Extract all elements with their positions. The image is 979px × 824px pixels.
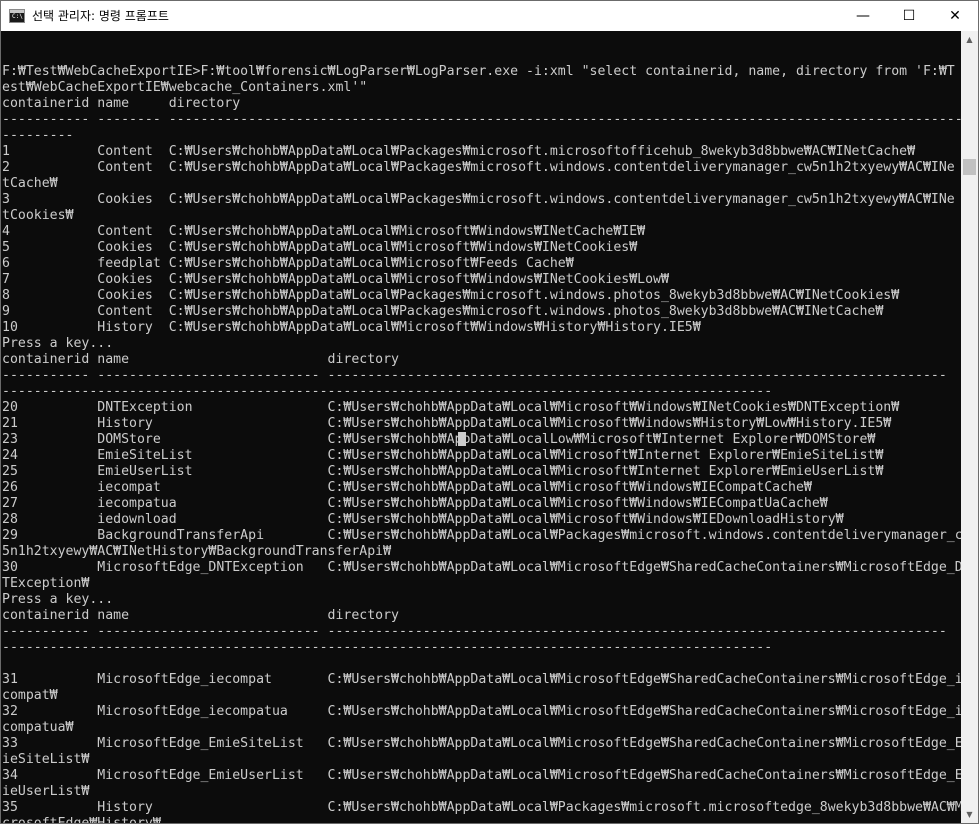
console-output-area[interactable]: F:₩Test₩WebCacheExportIE>F:₩tool₩forensi… — [1, 31, 961, 823]
console-line: 34 MicrosoftEdge_EmieUserList C:₩Users₩c… — [2, 768, 961, 783]
minimize-button[interactable]: — — [840, 1, 886, 31]
console-line: 5 Cookies C:₩Users₩chohb₩AppData₩Local₩M… — [2, 240, 638, 255]
console-line: --------- — [2, 128, 74, 143]
console-line: 28 iedownload C:₩Users₩chohb₩AppData₩Loc… — [2, 512, 844, 527]
console-line: 6 feedplat C:₩Users₩chohb₩AppData₩Local₩… — [2, 256, 574, 271]
console-line: est₩WebCacheExportIE₩webcache_Containers… — [2, 80, 368, 95]
console-line: ieUserList₩ — [2, 784, 90, 799]
console-line: ----------------------------------------… — [2, 640, 773, 655]
command-prompt-icon[interactable]: C:\ — [9, 9, 25, 23]
console-line: containerid name directory — [2, 608, 399, 623]
vertical-scrollbar[interactable]: ▲ ▼ — [961, 31, 978, 823]
console-line: 33 MicrosoftEdge_EmieSiteList C:₩Users₩c… — [2, 736, 961, 751]
console-line: 32 MicrosoftEdge_iecompatua C:₩Users₩cho… — [2, 704, 961, 719]
console-line: compatua₩ — [2, 720, 74, 735]
console-line: 4 Content C:₩Users₩chohb₩AppData₩Local₩M… — [2, 224, 646, 239]
close-button[interactable]: ✕ — [932, 1, 978, 31]
console-line: Press a key... — [2, 592, 114, 607]
console-line: ----------------------------------------… — [2, 384, 773, 399]
console-line: 20 DNTException C:₩Users₩chohb₩AppData₩L… — [2, 400, 900, 415]
console-line: 31 MicrosoftEdge_iecompat C:₩Users₩chohb… — [2, 672, 961, 687]
console-line: ----------- -------- -------------------… — [2, 112, 961, 127]
scroll-up-arrow-icon[interactable]: ▲ — [961, 31, 978, 48]
console-line: 27 iecompatua C:₩Users₩chohb₩AppData₩Loc… — [2, 496, 828, 511]
console-line: containerid name directory — [2, 96, 241, 111]
console-text: F:₩Test₩WebCacheExportIE>F:₩tool₩forensi… — [2, 64, 961, 823]
title-bar[interactable]: C:\ 선택 관리자: 명령 프롬프트 — ☐ ✕ — [1, 1, 978, 31]
console-line: TException₩ — [2, 576, 90, 591]
console-line: Press a key... — [2, 336, 114, 351]
console-line: 5n1h2txyewy₩AC₩INetHistory₩BackgroundTra… — [2, 544, 392, 559]
console-line: 23 DOMStore C:₩Users₩chohb₩AppData₩Local… — [2, 432, 876, 447]
console-line: F:₩Test₩WebCacheExportIE>F:₩tool₩forensi… — [2, 64, 955, 79]
console-line: ieSiteList₩ — [2, 752, 90, 767]
console-line: 24 EmieSiteList C:₩Users₩chohb₩AppData₩L… — [2, 448, 884, 463]
console-line: 10 History C:₩Users₩chohb₩AppData₩Local₩… — [2, 320, 701, 335]
console-line: ----------- ----------------------------… — [2, 624, 947, 639]
maximize-icon: ☐ — [902, 8, 916, 24]
minimize-icon: — — [856, 8, 870, 24]
console-line: 29 BackgroundTransferApi C:₩Users₩chohb₩… — [2, 528, 961, 543]
window-title: 선택 관리자: 명령 프롬프트 — [32, 9, 169, 23]
maximize-button[interactable]: ☐ — [886, 1, 932, 31]
console-line: 1 Content C:₩Users₩chohb₩AppData₩Local₩P… — [2, 144, 916, 159]
close-icon: ✕ — [949, 8, 961, 24]
console-line: containerid name directory — [2, 352, 399, 367]
console-line: 7 Cookies C:₩Users₩chohb₩AppData₩Local₩M… — [2, 272, 669, 287]
scrollbar-thumb[interactable] — [963, 159, 976, 175]
console-line: tCache₩ — [2, 176, 58, 191]
console-line: 30 MicrosoftEdge_DNTException C:₩Users₩c… — [2, 560, 961, 575]
app-icon-label: C:\ — [12, 13, 23, 20]
selection-cursor — [458, 432, 466, 446]
console-line: 35 History C:₩Users₩chohb₩AppData₩Local₩… — [2, 800, 961, 815]
console-line: 8 Cookies C:₩Users₩chohb₩AppData₩Local₩P… — [2, 288, 900, 303]
console-line: crosoftEdge₩History₩ — [2, 816, 961, 823]
console-line: 3 Cookies C:₩Users₩chohb₩AppData₩Local₩P… — [2, 192, 955, 207]
console-line: 9 Content C:₩Users₩chohb₩AppData₩Local₩P… — [2, 304, 884, 319]
console-line: 25 EmieUserList C:₩Users₩chohb₩AppData₩L… — [2, 464, 884, 479]
console-line: compat₩ — [2, 688, 58, 703]
console-line: 21 History C:₩Users₩chohb₩AppData₩Local₩… — [2, 416, 892, 431]
console-line: tCookies₩ — [2, 208, 74, 223]
scroll-down-arrow-icon[interactable]: ▼ — [961, 806, 978, 823]
command-prompt-window: C:\ 선택 관리자: 명령 프롬프트 — ☐ ✕ F:₩Test₩WebCac… — [0, 0, 979, 824]
console-line: ----------- ----------------------------… — [2, 368, 947, 383]
console-line: 26 iecompat C:₩Users₩chohb₩AppData₩Local… — [2, 480, 812, 495]
console-line: 2 Content C:₩Users₩chohb₩AppData₩Local₩P… — [2, 160, 955, 175]
